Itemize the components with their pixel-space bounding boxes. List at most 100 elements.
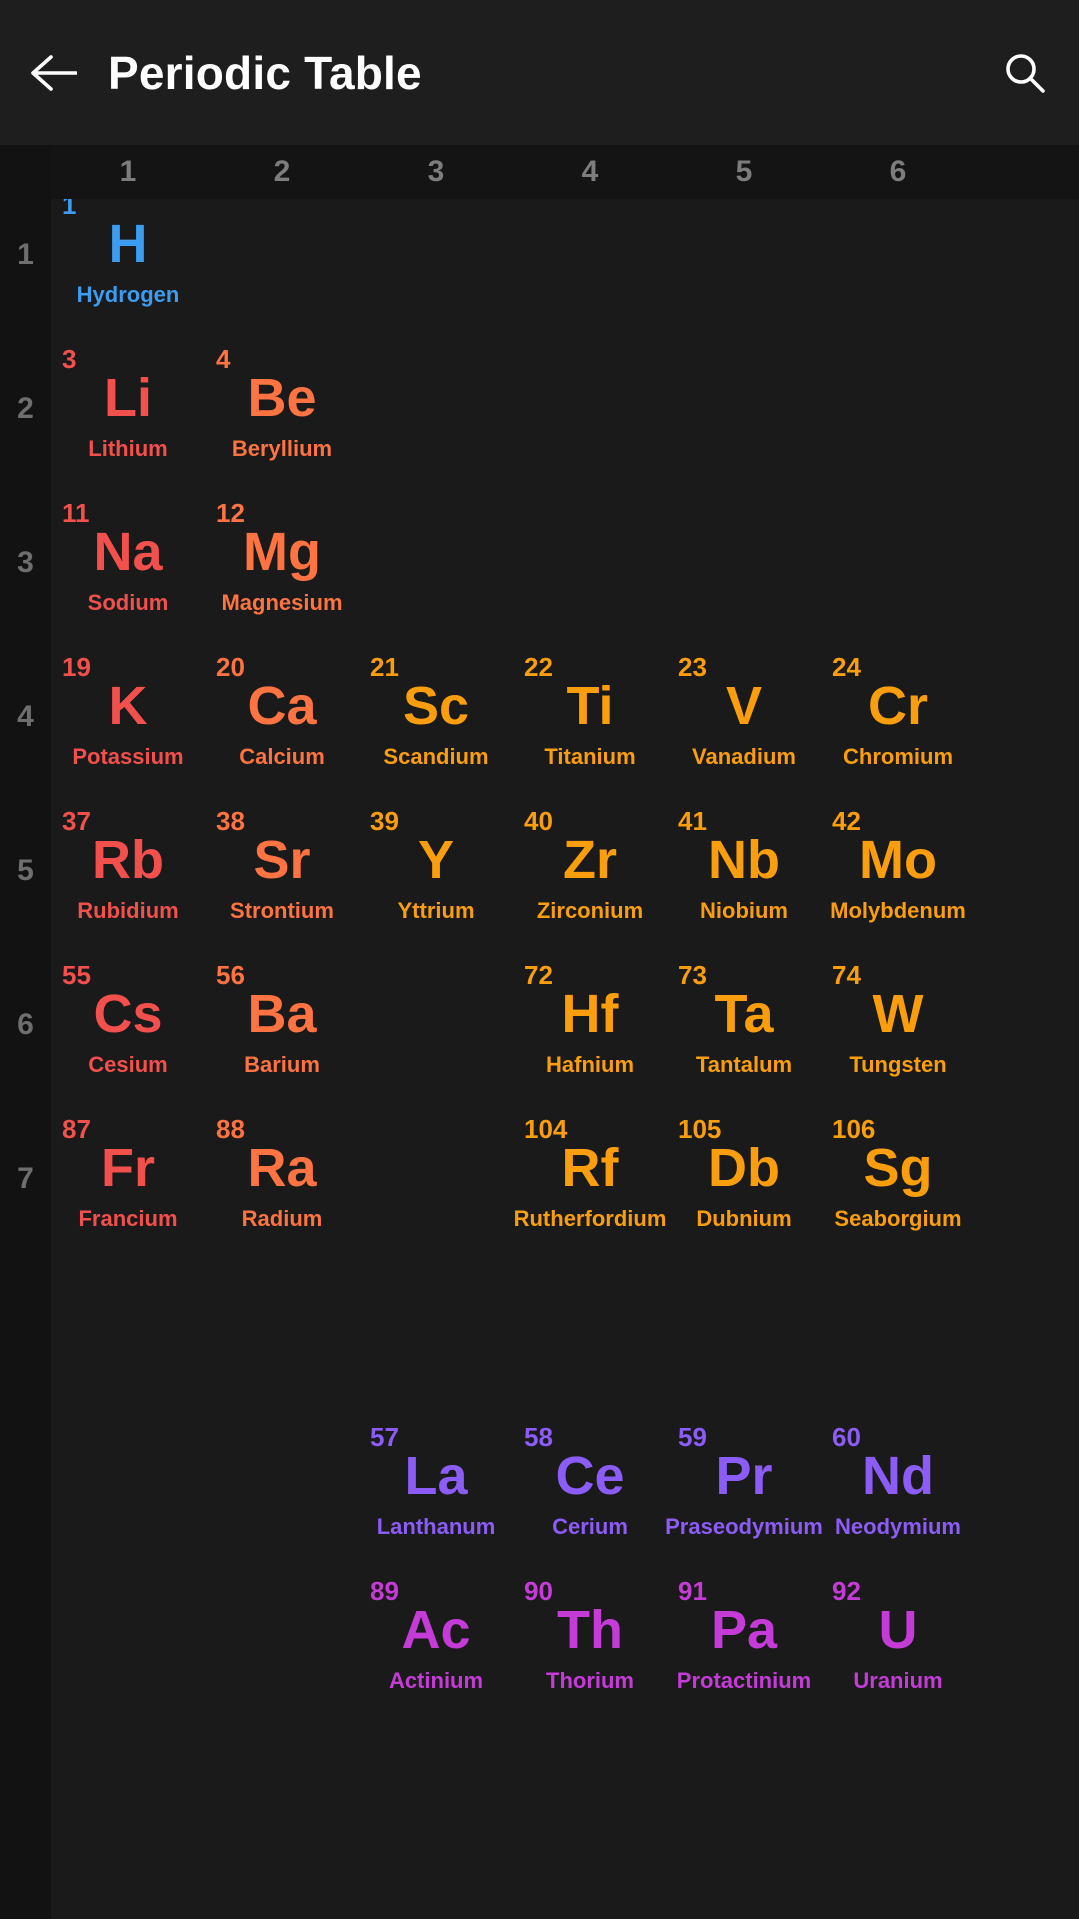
atomic-number: 23 bbox=[678, 652, 707, 682]
group-header-3: 3 bbox=[427, 155, 445, 188]
atomic-number: 89 bbox=[370, 1576, 399, 1606]
back-button[interactable] bbox=[0, 0, 108, 145]
element-cell-nd[interactable]: 60 Nd Neodymium bbox=[821, 1410, 975, 1564]
element-cell-pa[interactable]: 91 Pa Protactinium bbox=[667, 1564, 821, 1718]
element-symbol: Be bbox=[247, 368, 317, 428]
element-symbol: Nb bbox=[708, 830, 780, 890]
element-cell-rf[interactable]: 104 Rf Rutherfordium bbox=[513, 1102, 667, 1256]
atomic-number: 11 bbox=[62, 498, 90, 528]
element-cell-mg[interactable]: 12 Mg Magnesium bbox=[205, 486, 359, 640]
element-cell-zr[interactable]: 40 Zr Zirconium bbox=[513, 794, 667, 948]
element-cell-sc[interactable]: 21 Sc Scandium bbox=[359, 640, 513, 794]
element-cell-ta[interactable]: 73 Ta Tantalum bbox=[667, 948, 821, 1102]
element-cell-ce[interactable]: 58 Ce Cerium bbox=[513, 1410, 667, 1564]
element-cell-sg[interactable]: 106 Sg Seaborgium bbox=[821, 1102, 975, 1256]
element-cell-db[interactable]: 105 Db Dubnium bbox=[667, 1102, 821, 1256]
atomic-number: 59 bbox=[678, 1422, 707, 1452]
element-name: Neodymium bbox=[835, 1514, 961, 1539]
atomic-number: 12 bbox=[216, 498, 245, 528]
element-cell-th[interactable]: 90 Th Thorium bbox=[513, 1564, 667, 1718]
element-cell-sr[interactable]: 38 Sr Strontium bbox=[205, 794, 359, 948]
group-header-2: 2 bbox=[273, 155, 291, 188]
element-symbol: Ta bbox=[714, 984, 774, 1044]
atomic-number: 39 bbox=[370, 806, 399, 836]
element-cell-nb[interactable]: 41 Nb Niobium bbox=[667, 794, 821, 948]
element-cell-w[interactable]: 74 W Tungsten bbox=[821, 948, 975, 1102]
element-name: Seaborgium bbox=[834, 1206, 962, 1231]
search-button[interactable] bbox=[971, 0, 1079, 145]
element-cell-be[interactable]: 4 Be Beryllium bbox=[205, 332, 359, 486]
element-symbol: Ti bbox=[566, 676, 614, 736]
element-cell-la[interactable]: 57 La Lanthanum bbox=[359, 1410, 513, 1564]
atomic-number: 90 bbox=[524, 1576, 553, 1606]
element-cell-v[interactable]: 23 V Vanadium bbox=[667, 640, 821, 794]
element-cell-li[interactable]: 3 Li Lithium bbox=[51, 332, 205, 486]
atomic-number: 42 bbox=[832, 806, 861, 836]
element-name: Chromium bbox=[843, 744, 953, 769]
element-cell-mo[interactable]: 42 Mo Molybdenum bbox=[821, 794, 975, 948]
element-symbol: Cr bbox=[867, 676, 928, 736]
atomic-number: 104 bbox=[524, 1114, 568, 1144]
element-symbol: Pa bbox=[710, 1600, 778, 1660]
element-symbol: Li bbox=[104, 368, 152, 428]
arrow-left-icon bbox=[31, 54, 77, 92]
element-cell-ac[interactable]: 89 Ac Actinium bbox=[359, 1564, 513, 1718]
element-symbol: Th bbox=[557, 1600, 623, 1660]
period-header-7: 7 bbox=[17, 1162, 34, 1195]
element-symbol: Rb bbox=[92, 830, 164, 890]
element-cell-ba[interactable]: 56 Ba Barium bbox=[205, 948, 359, 1102]
period-header-4: 4 bbox=[17, 700, 34, 733]
element-symbol: Hf bbox=[561, 984, 619, 1044]
element-grid: 1 H Hydrogen 3 Li Lithium 4 Be Beryllium 11 Na Sodi… bbox=[51, 178, 1079, 1919]
element-cell-y[interactable]: 39 Y Yttrium bbox=[359, 794, 513, 948]
element-name: Radium bbox=[241, 1206, 323, 1231]
element-cell-k[interactable]: 19 K Potassium bbox=[51, 640, 205, 794]
element-name: Beryllium bbox=[231, 436, 333, 461]
element-symbol: Db bbox=[708, 1138, 780, 1198]
element-cell-rb[interactable]: 37 Rb Rubidium bbox=[51, 794, 205, 948]
element-symbol: Ba bbox=[247, 984, 317, 1044]
group-header-4: 4 bbox=[581, 155, 599, 188]
element-cell-ti[interactable]: 22 Ti Titanium bbox=[513, 640, 667, 794]
element-cell-fr[interactable]: 87 Fr Francium bbox=[51, 1102, 205, 1256]
element-cell-pr[interactable]: 59 Pr Praseodymium bbox=[665, 1410, 823, 1564]
group-header-1: 1 bbox=[119, 155, 137, 188]
search-icon bbox=[1002, 50, 1048, 96]
element-cell-cr[interactable]: 24 Cr Chromium bbox=[821, 640, 975, 794]
group-header-6: 6 bbox=[889, 155, 907, 188]
element-name: Hydrogen bbox=[76, 282, 180, 307]
atomic-number: 38 bbox=[216, 806, 245, 836]
element-symbol: Ca bbox=[247, 676, 317, 736]
periodic-table-scroll-area[interactable]: 1 H Hydrogen 3 Li Lithium 4 Be Beryllium 11 Na Sodi… bbox=[0, 145, 1079, 1919]
element-symbol: K bbox=[108, 676, 148, 736]
element-symbol: Ac bbox=[401, 1600, 471, 1660]
element-symbol: U bbox=[878, 1600, 918, 1660]
element-symbol: Rf bbox=[561, 1138, 619, 1198]
element-symbol: Na bbox=[93, 522, 163, 582]
element-name: Tungsten bbox=[849, 1052, 947, 1077]
atomic-number: 92 bbox=[832, 1576, 861, 1606]
period-header-2: 2 bbox=[17, 392, 34, 425]
element-cell-hf[interactable]: 72 Hf Hafnium bbox=[513, 948, 667, 1102]
element-name: Uranium bbox=[853, 1668, 943, 1693]
period-header-5: 5 bbox=[17, 854, 34, 887]
element-cell-ca[interactable]: 20 Ca Calcium bbox=[205, 640, 359, 794]
element-cell-cs[interactable]: 55 Cs Cesium bbox=[51, 948, 205, 1102]
element-symbol: Zr bbox=[563, 830, 617, 890]
group-header-5: 5 bbox=[735, 155, 753, 188]
atomic-number: 21 bbox=[370, 652, 399, 682]
element-symbol: Ra bbox=[247, 1138, 317, 1198]
element-symbol: Mg bbox=[243, 522, 321, 582]
atomic-number: 56 bbox=[216, 960, 245, 990]
atomic-number: 88 bbox=[216, 1114, 245, 1144]
element-cell-ra[interactable]: 88 Ra Radium bbox=[205, 1102, 359, 1256]
element-cell-h[interactable]: 1 H Hydrogen bbox=[51, 178, 205, 332]
period-header-1: 1 bbox=[17, 238, 34, 271]
atomic-number: 72 bbox=[524, 960, 553, 990]
atomic-number: 37 bbox=[62, 806, 91, 836]
element-cell-na[interactable]: 11 Na Sodium bbox=[51, 486, 205, 640]
element-symbol: Y bbox=[417, 830, 455, 890]
element-cell-u[interactable]: 92 U Uranium bbox=[821, 1564, 975, 1718]
element-name: Barium bbox=[244, 1052, 320, 1077]
element-symbol: W bbox=[872, 984, 924, 1044]
